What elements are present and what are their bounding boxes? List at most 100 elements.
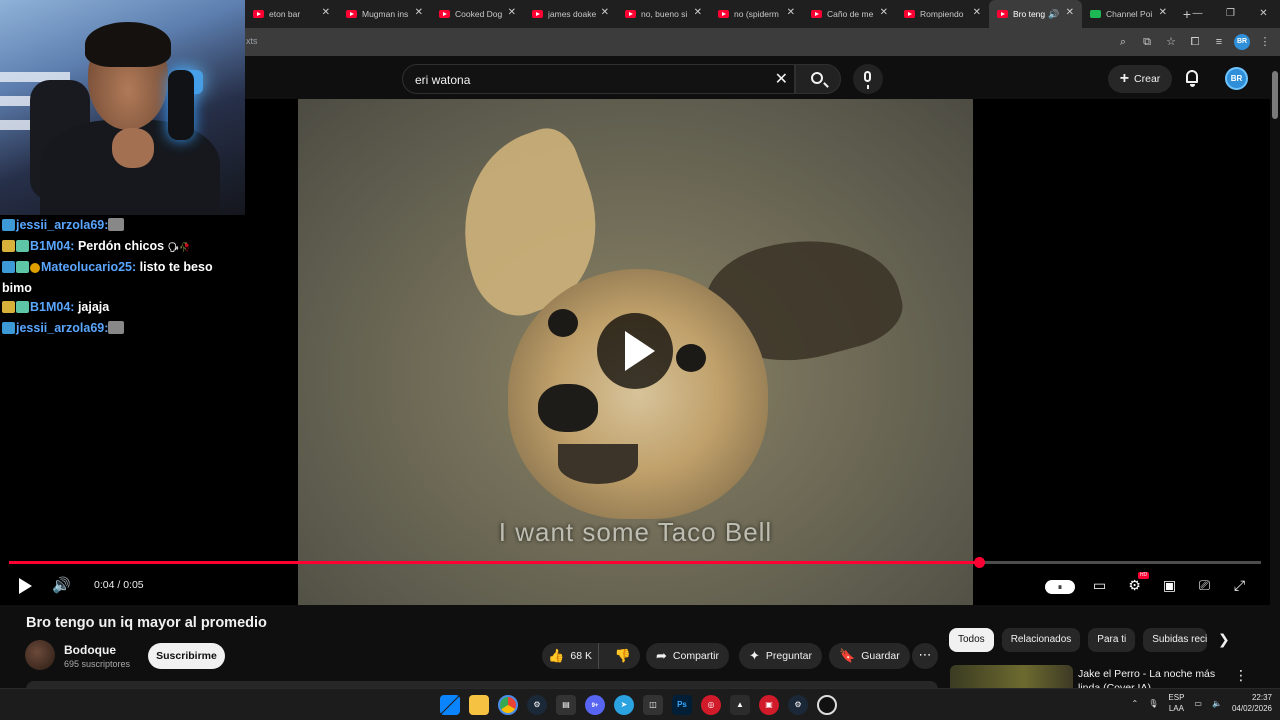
play-icon[interactable] (17, 577, 35, 595)
youtube-icon (904, 10, 915, 18)
speaker-icon[interactable]: 🔊 (1048, 9, 1059, 20)
browser-tab[interactable]: Mugman ins ✕ (338, 0, 431, 28)
stream-chat-overlay: jessii_arzola69: B1M04: Perdón chicos 🗣🥀… (0, 216, 240, 340)
close-icon[interactable]: ✕ (694, 7, 702, 18)
close-icon[interactable]: ✕ (1066, 7, 1074, 18)
media-control-icon[interactable]: ≡ (1210, 32, 1228, 52)
video-content (548, 309, 578, 337)
address-text[interactable]: xts (246, 36, 258, 46)
browser-tab[interactable]: Rompiendo ✕ (896, 0, 989, 28)
browser-tab-active[interactable]: Bro teng 🔊 ✕ (989, 0, 1082, 28)
browser-tab[interactable]: no (spiderm ✕ (710, 0, 803, 28)
zoom-icon[interactable]: ⌕ (1114, 32, 1132, 52)
chat-message: B1M04: Perdón chicos 🗣🥀 (0, 237, 240, 258)
browser-tab[interactable]: james doake ✕ (524, 0, 617, 28)
scrubber-handle[interactable] (974, 557, 986, 568)
like-button[interactable]: 👍 68 K (542, 643, 600, 669)
windows-start-icon[interactable] (440, 695, 460, 715)
language-indicator[interactable]: ESP LAA (1168, 692, 1184, 714)
chip-relacionados[interactable]: Relacionados (1001, 628, 1081, 652)
search-input[interactable]: eri watona (415, 73, 470, 87)
progress-fill (9, 561, 980, 564)
volume-icon[interactable]: 🔊 (52, 577, 74, 595)
address-bar-icons: ⌕ ⧉ ☆ ⧠ ≡ BR ⋮ (1114, 32, 1274, 52)
steam-icon[interactable]: ⚙ (788, 695, 808, 715)
chip-para-ti[interactable]: Para ti (1088, 628, 1136, 652)
app-icon[interactable]: ◫ (643, 695, 663, 715)
autoplay-toggle[interactable]: ⏸ (1045, 579, 1075, 594)
close-window-button[interactable]: ✕ (1247, 0, 1280, 28)
chip-todos[interactable]: Todos (949, 628, 994, 652)
close-icon[interactable]: ✕ (1159, 7, 1167, 18)
subtitles-icon[interactable]: ▭ (1089, 575, 1110, 595)
tray-chevron-icon[interactable]: ⌃ (1132, 699, 1139, 708)
browser-tab[interactable]: Caño de me ✕ (803, 0, 896, 28)
create-button[interactable]: + Crear (1108, 65, 1172, 93)
discord-icon[interactable]: 9+ (585, 695, 605, 715)
install-app-icon[interactable]: ⧉ (1138, 32, 1156, 52)
chevron-right-icon[interactable]: ❯ (1218, 631, 1230, 648)
app-icon[interactable]: ▣ (759, 695, 779, 715)
microphone-icon (864, 71, 871, 89)
app-icon[interactable]: ▲ (730, 695, 750, 715)
miniplayer-icon[interactable]: ▣ (1159, 575, 1180, 595)
maximize-button[interactable]: ❐ (1214, 0, 1247, 28)
search-button[interactable] (795, 64, 841, 94)
share-button[interactable]: ➦ Compartir (646, 643, 729, 669)
settings-gear-icon[interactable]: ⚙ HD (1124, 572, 1149, 595)
close-icon[interactable]: ✕ (973, 7, 981, 18)
photoshop-icon[interactable]: Ps (672, 695, 692, 715)
progress-bar[interactable] (9, 557, 1261, 568)
close-icon[interactable]: ✕ (601, 7, 609, 18)
close-icon[interactable]: ✕ (787, 7, 795, 18)
close-icon[interactable]: ✕ (322, 7, 330, 18)
channel-name[interactable]: Bodoque (64, 643, 116, 657)
extensions-icon[interactable]: ⧠ (1186, 32, 1204, 52)
browser-tab[interactable]: eton bar ✕ (245, 0, 338, 28)
more-actions-button[interactable]: ⋯ (912, 643, 938, 669)
chip-subidas-recientes[interactable]: Subidas reci (1143, 628, 1208, 652)
browser-tab[interactable]: Cooked Dog ✕ (431, 0, 524, 28)
close-icon[interactable]: ✕ (508, 7, 516, 18)
big-play-button[interactable] (597, 313, 673, 389)
clock[interactable]: 22:37 04/02/2026 (1232, 692, 1272, 714)
ask-button[interactable]: ✦ Preguntar (739, 643, 823, 669)
telegram-icon[interactable]: ➤ (614, 695, 634, 715)
file-explorer-icon[interactable] (469, 695, 489, 715)
bookmark-star-icon[interactable]: ☆ (1162, 32, 1180, 52)
recommendation-menu-icon[interactable]: ⋮ (1234, 667, 1248, 684)
notifications-bell-icon[interactable] (1183, 69, 1203, 89)
kick-icon (1090, 10, 1101, 18)
profile-avatar[interactable]: BR (1234, 34, 1250, 50)
scrollbar-thumb[interactable] (1272, 71, 1278, 119)
voice-search-button[interactable] (853, 64, 883, 94)
fullscreen-icon[interactable]: ⤢ (1229, 575, 1250, 595)
obs-icon[interactable] (817, 695, 837, 715)
video-content (538, 384, 598, 432)
close-icon[interactable]: ✕ (880, 7, 888, 18)
chrome-icon[interactable] (498, 695, 518, 715)
menu-dots-icon[interactable]: ⋮ (1256, 32, 1274, 52)
page-scrollbar[interactable] (1270, 56, 1280, 695)
app-icon[interactable]: ◎ (701, 695, 721, 715)
dislike-button[interactable]: 👎 (605, 648, 640, 664)
steam-icon[interactable]: ⚙ (527, 695, 547, 715)
channel-avatar[interactable] (25, 640, 55, 670)
clear-search-icon[interactable]: ✕ (775, 69, 788, 89)
app-icon[interactable]: ▤ (556, 695, 576, 715)
windows-taskbar: ⚙ ▤ 9+ ➤ ◫ Ps ◎ ▲ ▣ ⚙ ⌃ 🎙 ESP LAA ▭ 🔈 22:… (0, 688, 1280, 720)
search-box[interactable]: eri watona ✕ (402, 64, 795, 94)
subscribe-button[interactable]: Suscribirme (148, 643, 225, 669)
volume-icon[interactable]: 🔈 (1212, 699, 1222, 708)
browser-tab[interactable]: Channel Poi ✕ (1082, 0, 1175, 28)
webcam-content (85, 22, 171, 67)
display-icon[interactable]: ▭ (1194, 699, 1202, 708)
close-icon[interactable]: ✕ (415, 7, 423, 18)
minimize-button[interactable]: — (1181, 0, 1214, 28)
youtube-icon (346, 10, 357, 18)
save-button[interactable]: 🔖 Guardar (829, 643, 910, 669)
cast-icon[interactable]: ⎚ (1194, 575, 1215, 595)
account-avatar[interactable]: BR (1225, 67, 1248, 90)
browser-tab[interactable]: no, bueno si ✕ (617, 0, 710, 28)
microphone-icon[interactable]: 🎙 (1148, 699, 1158, 708)
